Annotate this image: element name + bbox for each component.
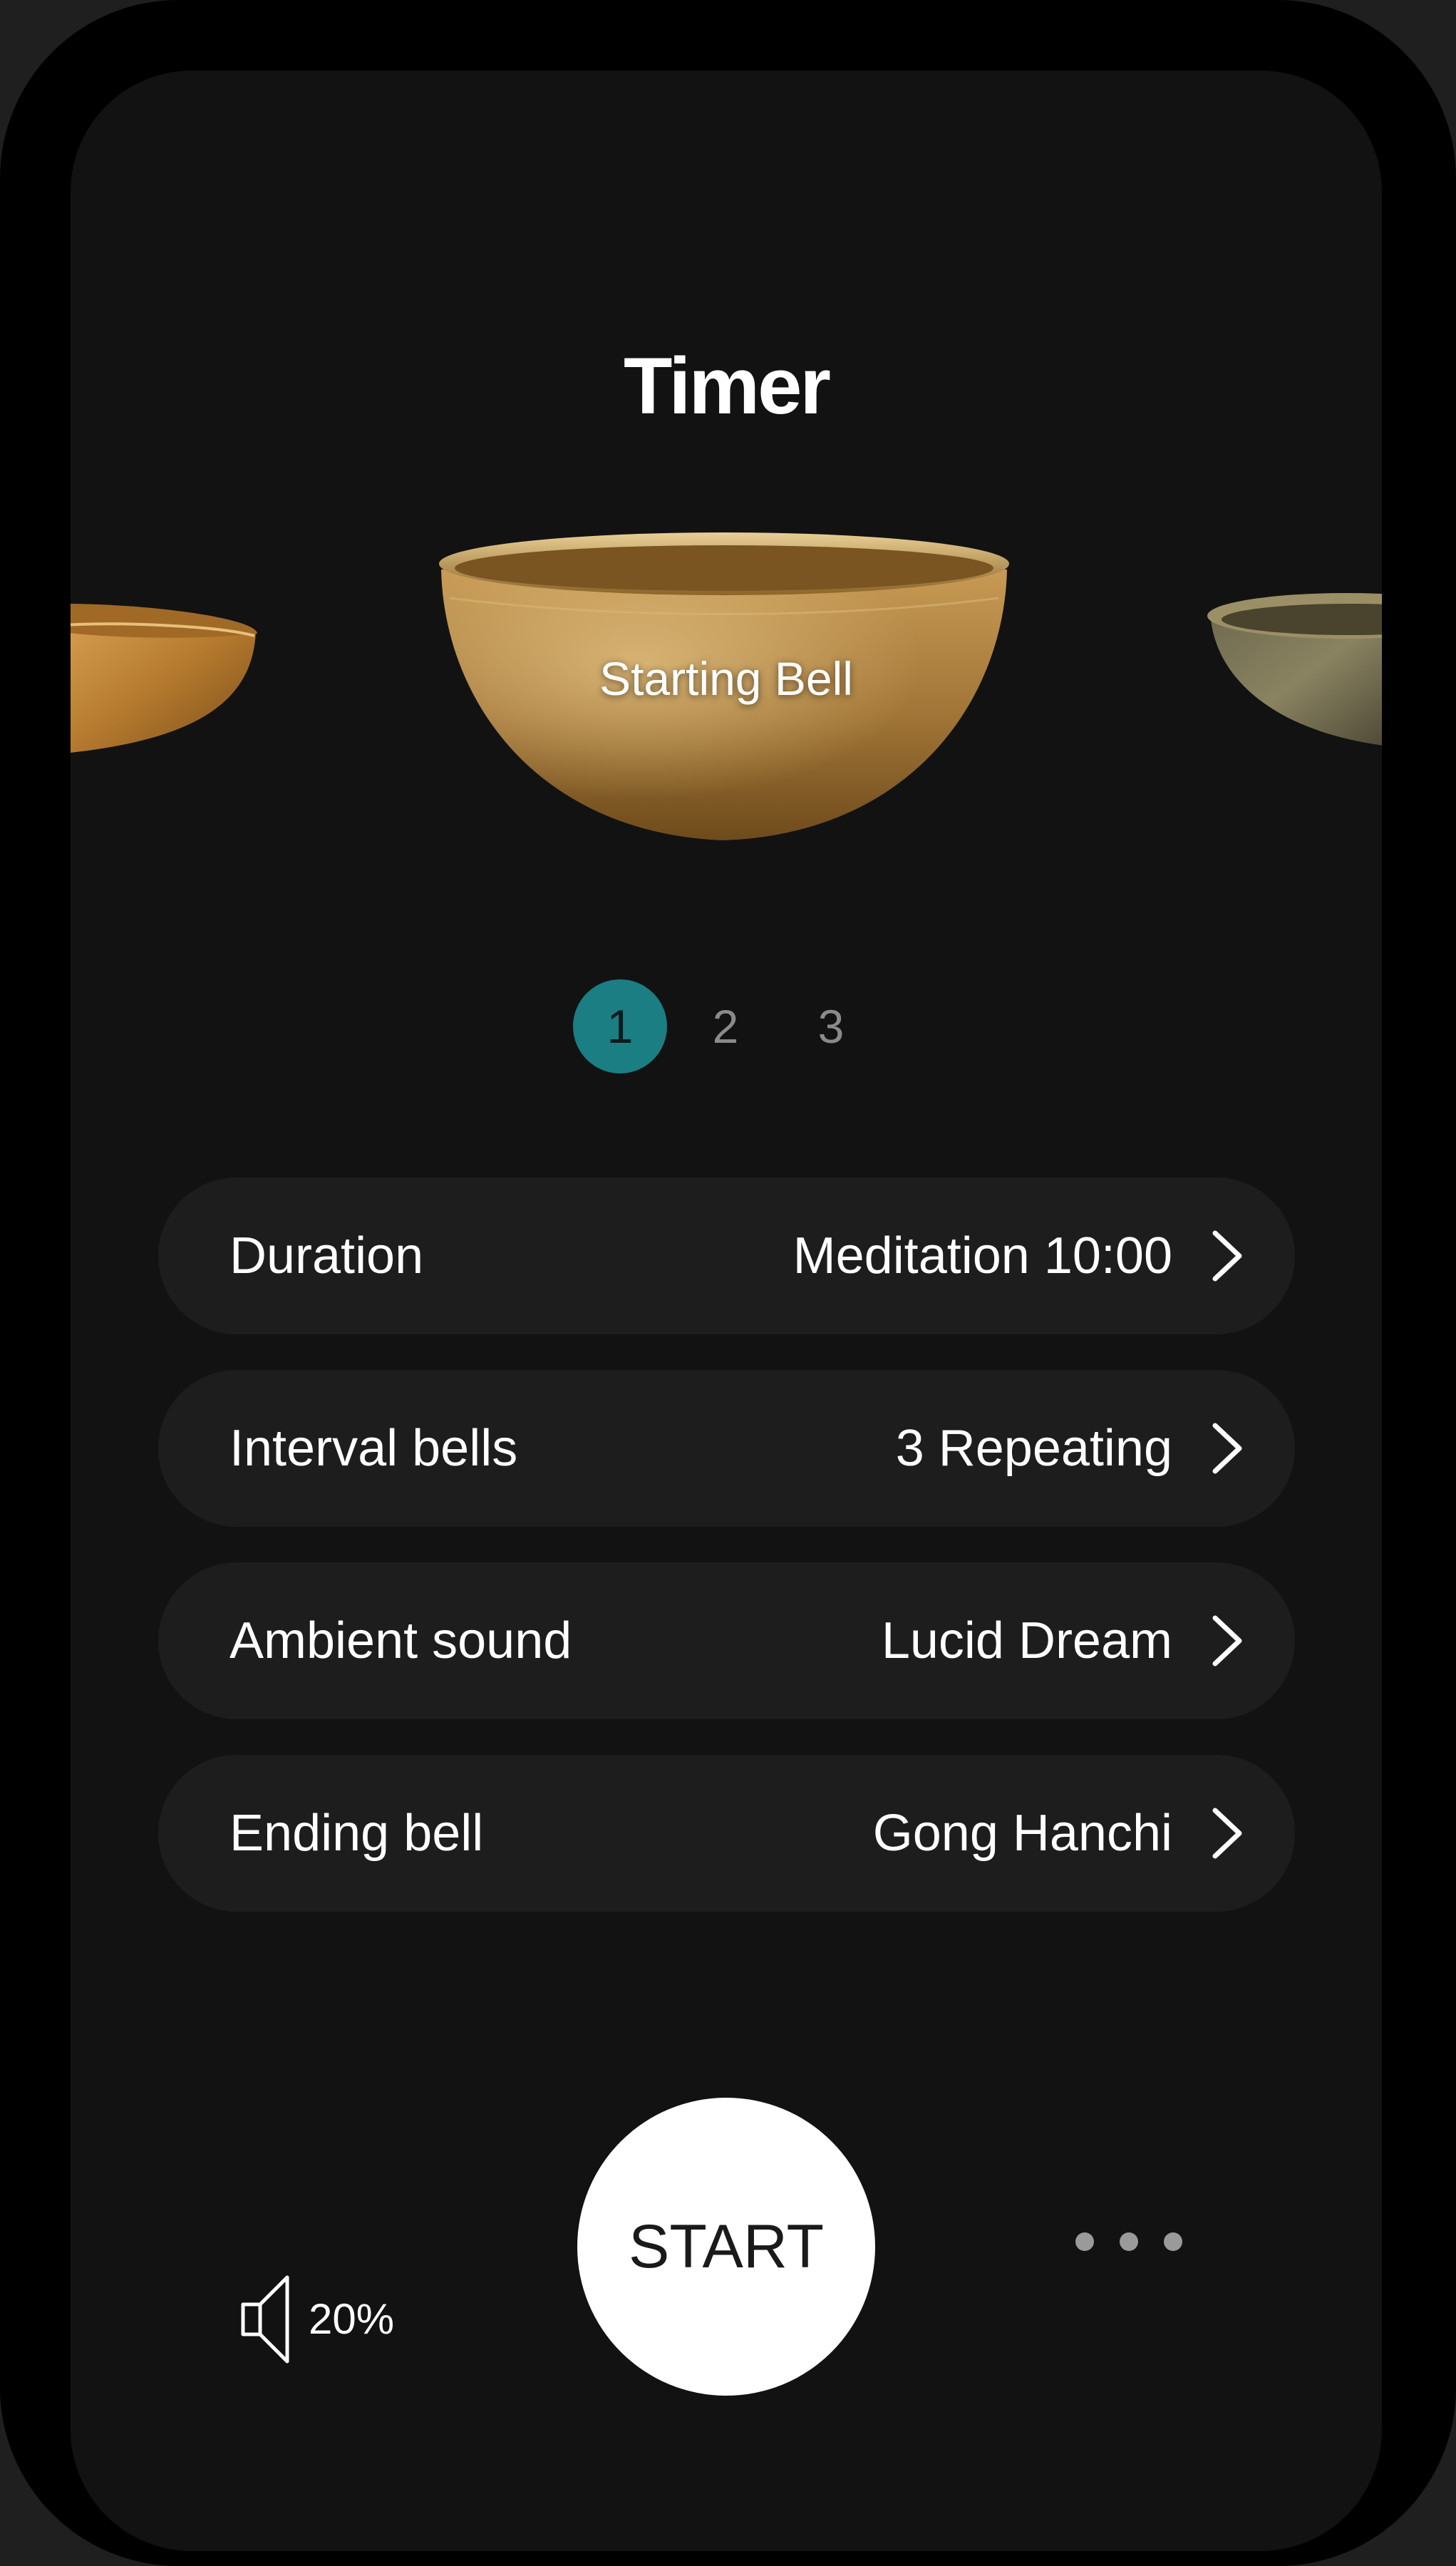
chevron-right-icon: [1212, 1230, 1242, 1282]
start-button[interactable]: START: [577, 2098, 875, 2396]
ending-bell-label: Ending bell: [229, 1805, 484, 1862]
volume-level: 20%: [309, 2295, 395, 2343]
more-options-button[interactable]: [1075, 2209, 1182, 2273]
ending-bell-value: Gong Hanchi: [872, 1805, 1172, 1862]
more-dot: [1120, 2232, 1138, 2251]
app-screen: Timer Starting Bell 1 2 3 Duration Medit…: [71, 71, 1382, 2551]
interval-bells-row[interactable]: Interval bells 3 Repeating: [158, 1370, 1295, 1527]
interval-bells-value: 3 Repeating: [895, 1420, 1172, 1477]
duration-value: Meditation 10:00: [792, 1227, 1172, 1284]
bell-pager: 1 2 3: [71, 979, 1382, 1073]
bell-bowl-previous[interactable]: [71, 532, 264, 753]
ambient-sound-row[interactable]: Ambient sound Lucid Dream: [158, 1562, 1295, 1719]
chevron-right-icon: [1212, 1423, 1242, 1474]
speaker-icon: [241, 2275, 289, 2364]
chevron-right-icon: [1212, 1808, 1242, 1859]
singing-bowl-image-left: [71, 604, 257, 753]
bell-name-label: Starting Bell: [599, 652, 853, 705]
duration-label: Duration: [229, 1227, 424, 1284]
more-horizontal-icon: [1075, 2232, 1094, 2251]
page-title: Timer: [624, 341, 831, 431]
interval-bells-label: Interval bells: [229, 1420, 518, 1477]
ending-bell-row[interactable]: Ending bell Gong Hanchi: [158, 1755, 1295, 1912]
ambient-sound-label: Ambient sound: [229, 1612, 572, 1669]
chevron-right-icon: [1212, 1615, 1242, 1666]
singing-bowl-image-right: [1207, 593, 1382, 746]
ambient-sound-value: Lucid Dream: [881, 1612, 1172, 1669]
duration-row[interactable]: Duration Meditation 10:00: [158, 1178, 1295, 1334]
more-dot: [1164, 2232, 1182, 2251]
page-indicator-2[interactable]: 2: [678, 979, 773, 1073]
page-indicator-3[interactable]: 3: [784, 979, 878, 1073]
page-indicator-1[interactable]: 1: [573, 979, 667, 1073]
bell-bowl-next[interactable]: [1204, 534, 1382, 748]
